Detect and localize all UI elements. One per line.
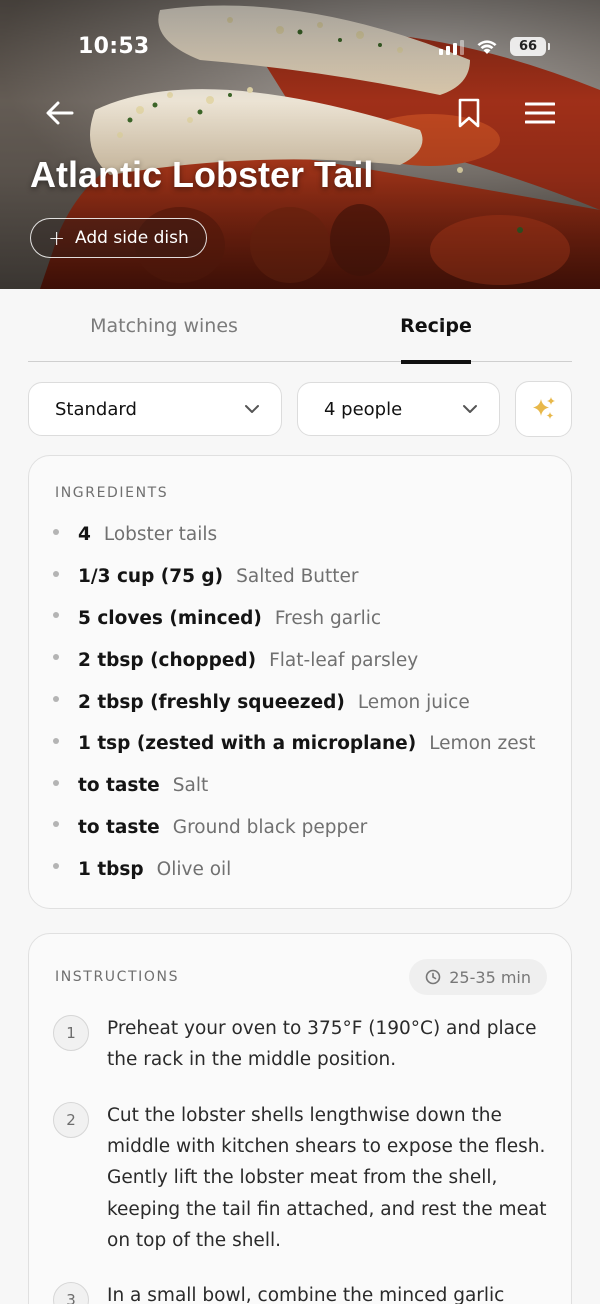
ingredient-name: Lemon zest bbox=[429, 733, 536, 755]
instructions-heading: INSTRUCTIONS bbox=[55, 969, 180, 985]
bullet bbox=[53, 696, 59, 703]
ingredients-card: INGREDIENTS 4 Lobster tails 1/3 cup (75 g… bbox=[28, 455, 572, 909]
tab-bar: Matching wines Recipe bbox=[28, 289, 572, 364]
ingredient-qty: 4 bbox=[78, 524, 91, 546]
recipe-title: Atlantic Lobster Tail bbox=[30, 154, 374, 195]
tab-recipe[interactable]: Recipe bbox=[378, 289, 494, 364]
bookmark-button[interactable] bbox=[447, 91, 491, 135]
wifi-icon bbox=[477, 39, 497, 54]
recipe-style-select[interactable]: Standard bbox=[28, 382, 282, 436]
servings-value: 4 people bbox=[324, 398, 403, 420]
sparkle-icon bbox=[532, 397, 555, 419]
ingredient-item: 1 tsp (zested with a microplane) Lemon ze… bbox=[53, 723, 553, 765]
ingredient-item: 1/3 cup (75 g) Salted Butter bbox=[53, 556, 553, 598]
servings-select[interactable]: 4 people bbox=[297, 382, 500, 436]
step-number: 1 bbox=[53, 1015, 89, 1051]
bullet bbox=[53, 654, 59, 661]
back-button[interactable] bbox=[38, 91, 82, 135]
chevron-down-icon bbox=[245, 405, 259, 413]
ingredient-name: Salted Butter bbox=[236, 566, 359, 588]
add-side-dish-label: Add side dish bbox=[75, 228, 189, 248]
bullet bbox=[53, 821, 59, 828]
status-bar: 10:53 66 bbox=[0, 0, 600, 96]
step-number: 3 bbox=[53, 1282, 89, 1304]
signal-icon bbox=[439, 39, 464, 55]
bullet bbox=[53, 737, 59, 744]
ingredient-name: Flat-leaf parsley bbox=[269, 649, 419, 671]
bullet bbox=[53, 612, 59, 619]
ingredient-qty: 1/3 cup (75 g) bbox=[78, 566, 224, 588]
status-time: 10:53 bbox=[78, 34, 150, 59]
battery-icon: 66 bbox=[510, 37, 550, 56]
instructions-card: INSTRUCTIONS 25-35 min 1 Preheat your ov… bbox=[28, 933, 572, 1304]
ingredient-item: 5 cloves (minced) Fresh garlic bbox=[53, 598, 553, 640]
ingredient-qty: 2 tbsp (chopped) bbox=[78, 649, 257, 671]
add-side-dish-button[interactable]: + Add side dish bbox=[30, 218, 207, 258]
ingredient-qty: 1 tbsp bbox=[78, 858, 144, 880]
ingredient-item: 2 tbsp (freshly squeezed) Lemon juice bbox=[53, 681, 553, 723]
ingredient-qty: 5 cloves (minced) bbox=[78, 607, 262, 629]
step-text: In a small bowl, combine the minced garl… bbox=[107, 1285, 505, 1304]
clock-icon bbox=[425, 969, 441, 985]
step-number: 2 bbox=[53, 1102, 89, 1138]
step-text: Cut the lobster shells lengthwise down t… bbox=[107, 1105, 547, 1251]
recipe-style-value: Standard bbox=[55, 398, 137, 420]
chevron-down-icon bbox=[463, 405, 477, 413]
ai-sparkle-button[interactable] bbox=[515, 381, 572, 437]
status-icons: 66 bbox=[439, 37, 550, 56]
ingredient-qty: to taste bbox=[78, 775, 160, 797]
ingredient-item: 4 Lobster tails bbox=[53, 514, 553, 556]
hero-image: 10:53 66 Atlantic Lobster Tail + Add sid… bbox=[0, 0, 600, 289]
arrow-left-icon bbox=[46, 101, 74, 125]
ingredient-item: 1 tbsp Olive oil bbox=[53, 848, 553, 890]
ingredient-qty: 2 tbsp (freshly squeezed) bbox=[78, 691, 345, 713]
ingredient-name: Salt bbox=[172, 775, 209, 797]
ingredient-item: to taste Salt bbox=[53, 765, 553, 807]
bullet bbox=[53, 779, 59, 786]
bullet bbox=[53, 863, 59, 870]
tab-matching-wines[interactable]: Matching wines bbox=[68, 289, 260, 362]
ingredient-name: Fresh garlic bbox=[274, 607, 382, 629]
ingredient-qty: 1 tsp (zested with a microplane) bbox=[78, 733, 417, 755]
menu-button[interactable] bbox=[518, 91, 562, 135]
ingredient-name: Olive oil bbox=[156, 858, 232, 880]
plus-icon: + bbox=[48, 226, 66, 250]
bullet bbox=[53, 570, 59, 577]
bookmark-icon bbox=[458, 98, 480, 128]
ingredients-list: 4 Lobster tails 1/3 cup (75 g) Salted Butt… bbox=[53, 514, 553, 890]
ingredient-qty: to taste bbox=[78, 816, 160, 838]
ingredient-name: Ground black pepper bbox=[172, 816, 368, 838]
hamburger-icon bbox=[525, 102, 555, 124]
ingredient-item: to taste Ground black pepper bbox=[53, 807, 553, 849]
ingredients-heading: INGREDIENTS bbox=[55, 485, 169, 501]
cook-time: 25-35 min bbox=[449, 967, 531, 987]
ingredient-name: Lobster tails bbox=[103, 524, 218, 546]
step-text: Preheat your oven to 375°F (190°C) and p… bbox=[107, 1018, 537, 1071]
cook-time-badge: 25-35 min bbox=[409, 959, 547, 995]
ingredient-item: 2 tbsp (chopped) Flat-leaf parsley bbox=[53, 639, 553, 681]
ingredient-name: Lemon juice bbox=[357, 691, 470, 713]
bullet bbox=[53, 528, 59, 535]
